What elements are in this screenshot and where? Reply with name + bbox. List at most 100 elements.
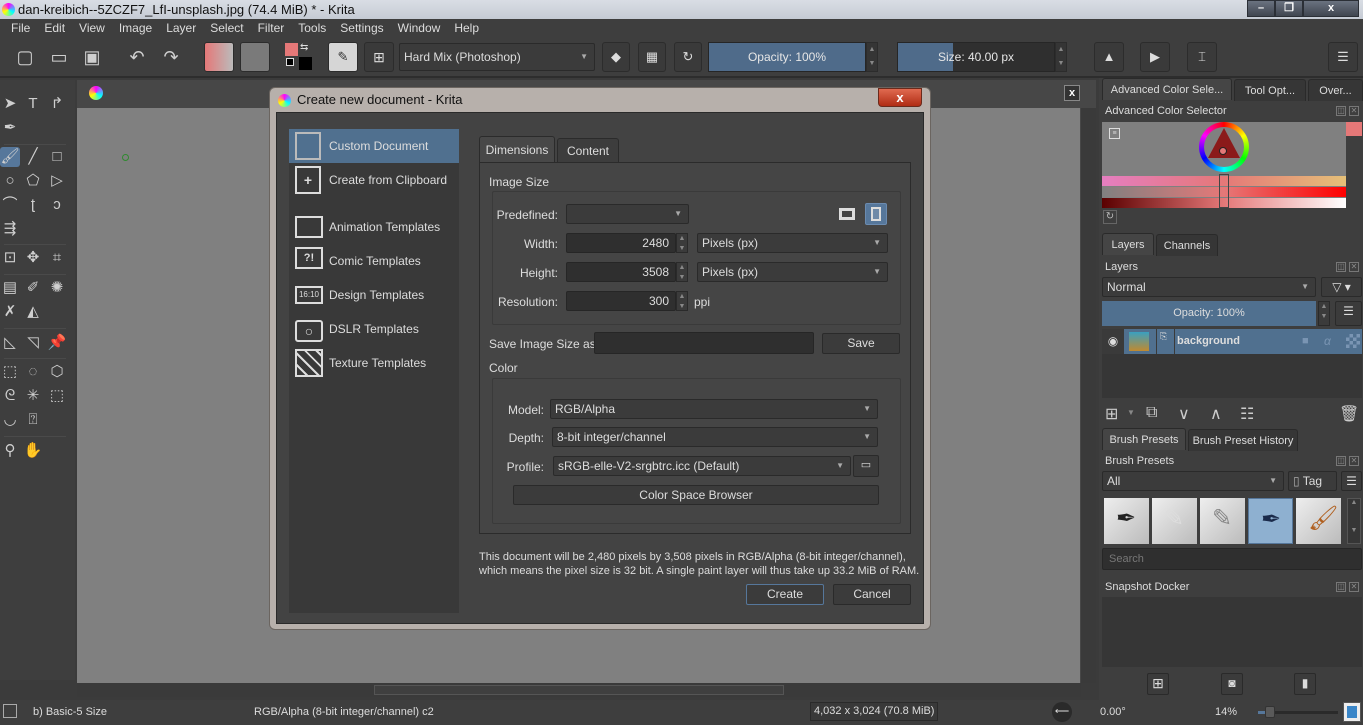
close-brush-docker-icon[interactable]: ✕	[1349, 456, 1359, 466]
save-icon[interactable]: ▣	[79, 44, 105, 70]
tab-channels[interactable]: Channels	[1156, 234, 1218, 256]
transform-tool-icon[interactable]: ⊡	[0, 248, 20, 268]
freehand-brush-tool-icon[interactable]: 🖌	[0, 147, 20, 167]
save-image-size-input[interactable]	[594, 332, 814, 354]
fill-tool-icon[interactable]: ◭	[23, 302, 43, 322]
color-model-select[interactable]: RGB/Alpha ▼	[550, 399, 878, 419]
layer-properties-sliders-icon[interactable]: ☷	[1240, 404, 1254, 424]
document-tab-icon[interactable]	[89, 86, 103, 100]
color-picker-tool-icon[interactable]: ✐	[23, 278, 43, 298]
float-layers-docker-icon[interactable]: ◫	[1336, 262, 1346, 272]
alpha-lock-icon[interactable]: α	[1324, 329, 1331, 354]
wrap-around-icon[interactable]: ⌶	[1187, 42, 1217, 72]
add-layer-icon[interactable]: ⊞	[1105, 404, 1118, 424]
color-slider-handles[interactable]	[1219, 174, 1229, 208]
resolution-input[interactable]: 300	[566, 291, 676, 311]
menu-tools[interactable]: Tools	[291, 19, 333, 38]
pan-tool-icon[interactable]: ✋	[23, 441, 43, 461]
save-size-button[interactable]: Save	[822, 333, 900, 354]
assistant-tool-2-icon[interactable]: ◹	[23, 333, 43, 353]
resolution-spinner[interactable]: ▲ ▼	[676, 291, 688, 311]
freehand-path-tool-icon[interactable]: ʈ	[23, 195, 43, 215]
gradient-tool-icon[interactable]: ▤	[0, 278, 20, 298]
camera-snapshot-icon[interactable]: ◙	[1221, 673, 1243, 695]
tab-tool-options[interactable]: Tool Opt...	[1234, 79, 1306, 101]
minimize-button[interactable]: –	[1247, 0, 1275, 17]
edit-shapes-tool-icon[interactable]: ↱	[47, 94, 67, 114]
maximize-button[interactable]: ❐	[1275, 0, 1303, 17]
rect-select-tool-icon[interactable]: ⬚	[0, 362, 20, 382]
new-document-icon[interactable]: ▢	[12, 44, 38, 70]
landscape-orientation-button[interactable]	[839, 208, 855, 220]
crop-tool-icon[interactable]: ⌗	[47, 248, 67, 268]
canvas-only-mode-icon[interactable]	[1343, 702, 1361, 722]
smart-patch-tool-icon[interactable]: ✺	[47, 278, 67, 298]
sidebar-item-texture-templates[interactable]: Texture Templates	[289, 346, 459, 380]
sidebar-item-animation-templates[interactable]: Animation Templates	[289, 210, 459, 244]
mirror-vertical-icon[interactable]: ▶	[1140, 42, 1170, 72]
add-snapshot-icon[interactable]: ⊞	[1147, 673, 1169, 695]
size-slider[interactable]: Size: 40.00 px	[897, 42, 1055, 72]
docker-menu-icon[interactable]: ☰	[1328, 42, 1358, 72]
brush-tag-filter-select[interactable]: All ▼	[1102, 471, 1284, 491]
open-document-icon[interactable]: ▭	[46, 44, 72, 70]
undo-icon[interactable]: ↶	[124, 44, 150, 70]
color-depth-select[interactable]: 8-bit integer/channel ▼	[552, 427, 878, 447]
rectangle-tool-icon[interactable]: □	[47, 147, 67, 167]
close-snapshot-docker-icon[interactable]: ✕	[1349, 582, 1359, 592]
calligraphy-tool-icon[interactable]: ✒	[0, 118, 20, 138]
close-docker-icon[interactable]: ✕	[1349, 106, 1359, 116]
tab-dimensions[interactable]: Dimensions	[479, 136, 555, 162]
horizontal-scrollbar[interactable]	[77, 683, 1081, 697]
zoom-slider-handle[interactable]	[1265, 706, 1275, 718]
close-document-button[interactable]: x	[1064, 85, 1080, 101]
bezier-select-tool-icon[interactable]: ◡	[0, 410, 20, 430]
size-spinner[interactable]: ▲ ▼	[1055, 42, 1067, 72]
float-snapshot-docker-icon[interactable]: ◫	[1336, 582, 1346, 592]
measure-tool-icon[interactable]: ◺	[0, 333, 20, 353]
menu-view[interactable]: View	[72, 19, 112, 38]
polyline-tool-icon[interactable]: ▷	[47, 171, 67, 191]
brush-preset-tile[interactable]: ✒	[1104, 498, 1149, 544]
similar-select-tool-icon[interactable]: ⬚	[47, 386, 67, 406]
browse-profile-folder-icon[interactable]: ▭	[853, 455, 879, 477]
layer-name[interactable]: background	[1177, 329, 1240, 354]
zoom-slider[interactable]	[1258, 706, 1338, 718]
layer-filter-icon[interactable]: ▽ ▾	[1321, 277, 1362, 297]
alpha-lock-icon[interactable]: ▦	[638, 42, 666, 72]
tab-advanced-color-selector[interactable]: Advanced Color Sele...	[1102, 78, 1232, 100]
tab-layers[interactable]: Layers	[1102, 233, 1154, 255]
color-selector-area[interactable]: ≡	[1102, 122, 1346, 208]
tab-brush-preset-history[interactable]: Brush Preset History	[1188, 429, 1298, 451]
move-layer-up-icon[interactable]: ∧	[1210, 404, 1222, 424]
brush-tag-button[interactable]: ▯ Tag	[1288, 471, 1337, 491]
layer-visibility-eye-icon[interactable]: ◉	[1102, 329, 1124, 354]
redo-icon[interactable]: ↷	[158, 44, 184, 70]
refresh-color-icon[interactable]: ↻	[1103, 210, 1117, 224]
selection-mode-icon[interactable]	[3, 704, 17, 718]
ellipse-select-tool-icon[interactable]: ◌	[23, 362, 43, 382]
layer-lock-icon[interactable]: ■	[1302, 329, 1309, 354]
foreground-color-swatch[interactable]	[285, 43, 298, 56]
hue-ring[interactable]	[1199, 122, 1249, 172]
opacity-slider[interactable]: Opacity: 100%	[708, 42, 866, 72]
bezier-tool-icon[interactable]: ⌒	[0, 195, 20, 215]
move-tool-icon[interactable]: ✥	[23, 248, 43, 268]
delete-layer-icon[interactable]: 🗑	[1339, 404, 1359, 424]
blend-mode-select[interactable]: Hard Mix (Photoshop) ▼	[399, 43, 595, 71]
mirror-horizontal-icon[interactable]: ▲	[1094, 42, 1124, 72]
menu-image[interactable]: Image	[112, 19, 159, 38]
opacity-spinner[interactable]: ▲ ▼	[866, 42, 878, 72]
close-layers-docker-icon[interactable]: ✕	[1349, 262, 1359, 272]
sidebar-item-dslr-templates[interactable]: ○ DSLR Templates	[289, 312, 459, 346]
brush-preset-tile[interactable]: ✎	[1200, 498, 1245, 544]
polygon-select-tool-icon[interactable]: ⬡	[47, 362, 67, 382]
layer-row[interactable]: ◉ ⎘ background ■ α	[1102, 329, 1362, 354]
reload-preset-icon[interactable]: ↻	[674, 42, 702, 72]
layer-opacity-spinner[interactable]: ▲ ▼	[1318, 301, 1330, 326]
brush-preset-icon[interactable]: ✎	[328, 42, 358, 72]
multibrush-tool-icon[interactable]: ⇶	[0, 219, 20, 239]
canvas-rotation-dial-icon[interactable]: ⟵	[1052, 702, 1072, 722]
brush-search-input[interactable]: Search	[1102, 548, 1362, 570]
layer-properties-icon[interactable]: ☰	[1335, 301, 1362, 326]
